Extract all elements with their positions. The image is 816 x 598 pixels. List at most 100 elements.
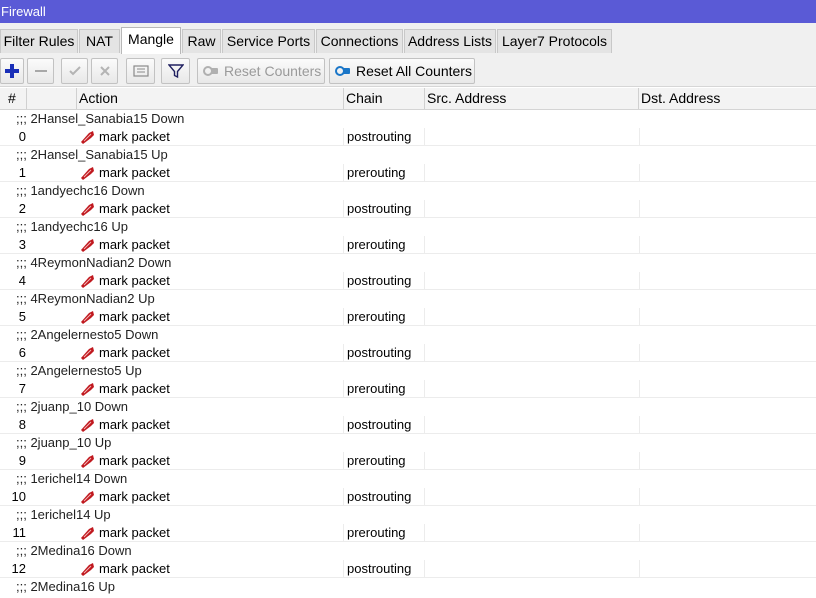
column-divider xyxy=(343,488,344,506)
mark-packet-icon xyxy=(81,383,94,396)
table-row[interactable]: 9 mark packet prerouting xyxy=(0,452,816,470)
table-row[interactable]: 12 mark packet postrouting xyxy=(0,560,816,578)
filter-button[interactable] xyxy=(161,58,190,84)
table-row[interactable]: 10 mark packet postrouting xyxy=(0,488,816,506)
rule-action: mark packet xyxy=(99,345,170,360)
comment-button[interactable] xyxy=(126,58,155,84)
table-row[interactable]: 8 mark packet postrouting xyxy=(0,416,816,434)
tab-address-lists[interactable]: Address Lists xyxy=(404,29,496,53)
column-chain[interactable]: Chain xyxy=(344,88,425,109)
mark-packet-icon xyxy=(81,167,94,180)
table-row[interactable]: 11 mark packet prerouting xyxy=(0,524,816,542)
rule-number: 6 xyxy=(18,345,26,360)
rule-action: mark packet xyxy=(99,309,170,324)
column-divider xyxy=(343,380,344,398)
column-action[interactable]: Action xyxy=(77,88,344,109)
rule-comment: ;;; 1andyechc16 Down xyxy=(16,183,145,198)
reset-all-counters-button[interactable]: Reset All Counters xyxy=(329,58,475,84)
disable-button[interactable] xyxy=(91,58,118,84)
comment-row[interactable]: ;;; 4ReymonNadian2 Up xyxy=(0,290,816,308)
table-row[interactable]: 0 mark packet postrouting xyxy=(0,128,816,146)
rule-chain: postrouting xyxy=(347,489,412,504)
column-divider xyxy=(639,560,640,578)
rule-number: 9 xyxy=(18,453,26,468)
enable-button[interactable] xyxy=(61,58,88,84)
rule-number: 3 xyxy=(18,237,26,252)
tab-filter-rules[interactable]: Filter Rules xyxy=(0,29,78,53)
tab-layer7-protocols[interactable]: Layer7 Protocols xyxy=(497,29,612,53)
table-row[interactable]: 4 mark packet postrouting xyxy=(0,272,816,290)
column-divider xyxy=(639,380,640,398)
column-divider xyxy=(343,128,344,146)
comment-row[interactable]: ;;; 2Hansel_Sanabia15 Down xyxy=(0,110,816,128)
comment-row[interactable]: ;;; 2Angelernesto5 Down xyxy=(0,326,816,344)
column-divider xyxy=(343,272,344,290)
rule-action: mark packet xyxy=(99,417,170,432)
comment-row[interactable]: ;;; 1erichel14 Down xyxy=(0,470,816,488)
column-divider xyxy=(639,164,640,182)
column-divider xyxy=(639,272,640,290)
mark-packet-icon xyxy=(81,347,94,360)
table-row[interactable]: 2 mark packet postrouting xyxy=(0,200,816,218)
table-row[interactable]: 1 mark packet prerouting xyxy=(0,164,816,182)
comment-row[interactable]: ;;; 1andyechc16 Down xyxy=(0,182,816,200)
column-divider xyxy=(424,164,425,182)
comment-row[interactable]: ;;; 2Angelernesto5 Up xyxy=(0,362,816,380)
window-title: Firewall xyxy=(0,0,816,23)
rule-comment: ;;; 1erichel14 Down xyxy=(16,471,128,486)
column-divider xyxy=(639,236,640,254)
rule-action: mark packet xyxy=(99,273,170,288)
column-divider xyxy=(343,200,344,218)
column-blank[interactable] xyxy=(27,88,77,109)
rule-chain: postrouting xyxy=(347,129,412,144)
column-number[interactable]: # xyxy=(0,88,27,109)
rule-action: mark packet xyxy=(99,489,170,504)
column-dst-address[interactable]: Dst. Address xyxy=(639,88,816,109)
column-divider xyxy=(639,524,640,542)
rule-number: 0 xyxy=(18,129,26,144)
tab-mangle[interactable]: Mangle xyxy=(121,27,181,54)
comment-row[interactable]: ;;; 2juanp_10 Up xyxy=(0,434,816,452)
rule-action: mark packet xyxy=(99,201,170,216)
add-button[interactable] xyxy=(0,58,24,84)
column-divider xyxy=(343,452,344,470)
tab-nat[interactable]: NAT xyxy=(79,29,120,53)
comment-row[interactable]: ;;; 2Medina16 Down xyxy=(0,542,816,560)
comment-row[interactable]: ;;; 2Hansel_Sanabia15 Up xyxy=(0,146,816,164)
table-row[interactable]: 3 mark packet prerouting xyxy=(0,236,816,254)
comment-row[interactable]: ;;; 2Medina16 Up xyxy=(0,578,816,596)
table-row[interactable]: 6 mark packet postrouting xyxy=(0,344,816,362)
rule-comment: ;;; 2juanp_10 Up xyxy=(16,435,112,450)
column-src-address[interactable]: Src. Address xyxy=(425,88,639,109)
mark-packet-icon xyxy=(81,311,94,324)
funnel-icon xyxy=(167,64,184,79)
reset-counters-button[interactable]: Reset Counters xyxy=(197,58,325,84)
comment-row[interactable]: ;;; 1andyechc16 Up xyxy=(0,218,816,236)
cross-icon xyxy=(99,66,110,76)
column-divider xyxy=(343,560,344,578)
rule-action: mark packet xyxy=(99,561,170,576)
column-divider xyxy=(639,344,640,362)
tab-service-ports[interactable]: Service Ports xyxy=(222,29,315,53)
rule-action: mark packet xyxy=(99,525,170,540)
rule-comment: ;;; 2juanp_10 Down xyxy=(16,399,129,414)
rule-comment: ;;; 2Hansel_Sanabia15 Down xyxy=(16,111,185,126)
column-divider xyxy=(639,416,640,434)
rule-number: 11 xyxy=(12,525,27,540)
mark-packet-icon xyxy=(81,491,94,504)
mark-packet-icon xyxy=(81,527,94,540)
table-row[interactable]: 7 mark packet prerouting xyxy=(0,380,816,398)
rule-comment: ;;; 1andyechc16 Up xyxy=(16,219,129,234)
comment-row[interactable]: ;;; 2juanp_10 Down xyxy=(0,398,816,416)
tab-raw[interactable]: Raw xyxy=(182,29,221,53)
rule-chain: prerouting xyxy=(347,525,406,540)
column-divider xyxy=(424,344,425,362)
comment-row[interactable]: ;;; 1erichel14 Up xyxy=(0,506,816,524)
tab-connections[interactable]: Connections xyxy=(316,29,403,53)
table-row[interactable]: 5 mark packet prerouting xyxy=(0,308,816,326)
rule-comment: ;;; 2Medina16 Up xyxy=(16,579,116,594)
remove-button[interactable] xyxy=(27,58,54,84)
comment-row[interactable]: ;;; 4ReymonNadian2 Down xyxy=(0,254,816,272)
reset-all-counters-label: Reset All Counters xyxy=(356,63,472,79)
rule-comment: ;;; 2Hansel_Sanabia15 Up xyxy=(16,147,168,162)
